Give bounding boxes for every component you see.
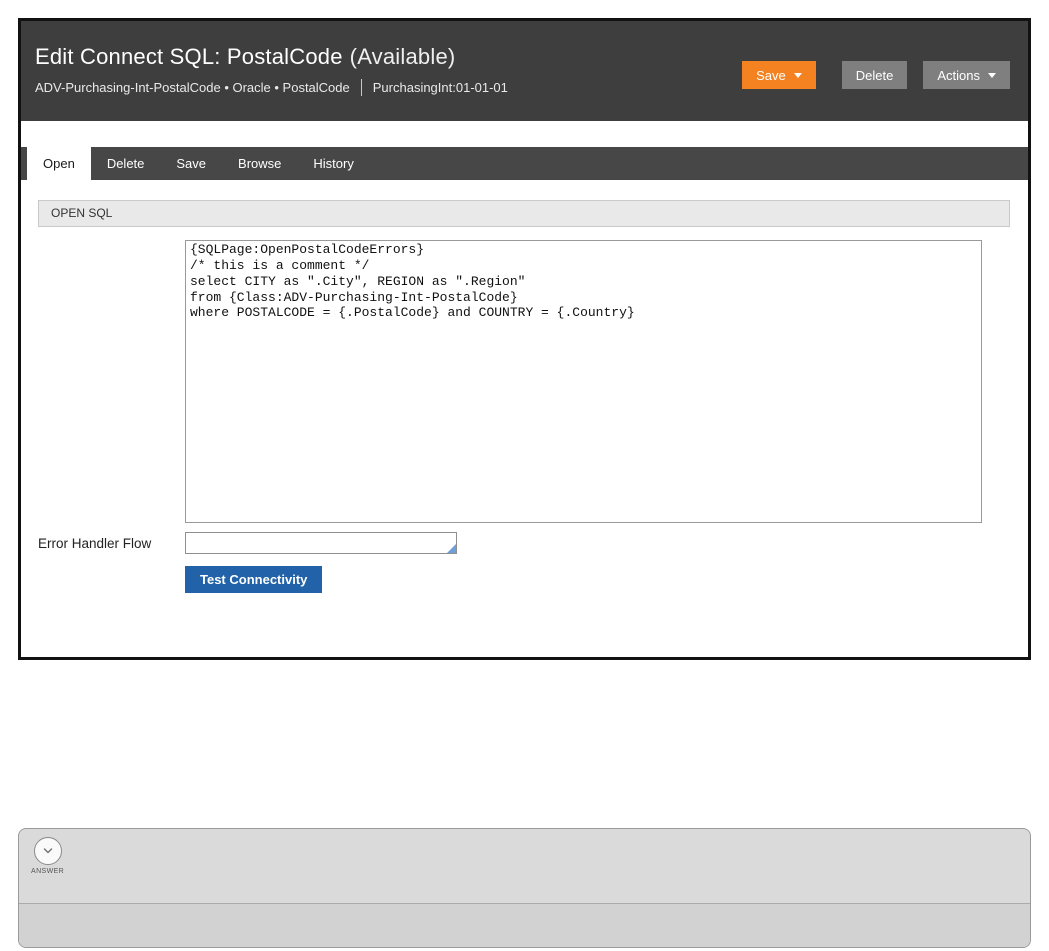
actions-button-label: Actions <box>937 67 980 83</box>
caret-down-icon <box>988 72 996 78</box>
tab-save[interactable]: Save <box>160 147 222 180</box>
test-connectivity-row: Test Connectivity <box>38 566 1010 593</box>
answer-label: ANSWER <box>31 868 65 875</box>
error-handler-input-wrap <box>185 532 457 554</box>
vertical-separator <box>360 79 362 96</box>
open-sql-form: {SQLPage:OpenPostalCodeErrors} /* this i… <box>38 240 1010 593</box>
sql-label-spacer <box>38 240 185 243</box>
error-handler-row: Error Handler Flow <box>38 532 1010 554</box>
answer-toggle[interactable]: ANSWER <box>31 837 64 875</box>
rule-editor-window: Edit Connect SQL: PostalCode (Available) … <box>18 18 1031 660</box>
page: Edit Connect SQL: PostalCode (Available) … <box>0 0 1049 951</box>
tab-bar: Open Delete Save Browse History <box>21 147 1028 180</box>
actions-button[interactable]: Actions <box>923 61 1010 89</box>
save-button[interactable]: Save <box>742 61 816 89</box>
caret-down-icon <box>793 72 802 78</box>
tab-open[interactable]: Open <box>27 147 91 180</box>
autocomplete-indicator-icon <box>447 544 456 553</box>
header-gap <box>21 121 1028 147</box>
open-sql-section-title: OPEN SQL <box>51 206 113 220</box>
test-connectivity-button[interactable]: Test Connectivity <box>185 566 323 593</box>
answer-top-section: ANSWER <box>19 829 1030 903</box>
sql-textarea[interactable]: {SQLPage:OpenPostalCodeErrors} /* this i… <box>185 240 982 523</box>
title-row: Edit Connect SQL: PostalCode (Available) <box>35 44 508 70</box>
header-buttons: Save Delete Actions <box>742 61 1010 121</box>
page-title: Edit Connect SQL: PostalCode <box>35 44 343 69</box>
delete-button-label: Delete <box>855 67 894 83</box>
sql-row: {SQLPage:OpenPostalCodeErrors} /* this i… <box>38 240 1010 523</box>
open-sql-section-header: OPEN SQL <box>38 200 1010 227</box>
error-handler-input[interactable] <box>185 532 457 554</box>
rule-status: (Available) <box>349 44 456 69</box>
save-button-label: Save <box>756 67 786 83</box>
rule-header: Edit Connect SQL: PostalCode (Available) … <box>21 21 1028 121</box>
tab-delete[interactable]: Delete <box>91 147 161 180</box>
tab-content: OPEN SQL {SQLPage:OpenPostalCodeErrors} … <box>21 180 1028 593</box>
ruleset-version: PurchasingInt:01-01-01 <box>372 80 508 95</box>
answer-panel: ANSWER <box>18 828 1031 948</box>
header-text: Edit Connect SQL: PostalCode (Available) … <box>35 21 508 121</box>
tab-history[interactable]: History <box>297 147 369 180</box>
error-handler-label: Error Handler Flow <box>38 535 152 551</box>
answer-bottom-strip <box>19 904 1030 947</box>
rule-key: ADV-Purchasing-Int-PostalCode • Oracle •… <box>35 80 350 95</box>
delete-button[interactable]: Delete <box>841 61 908 89</box>
subtitle-row: ADV-Purchasing-Int-PostalCode • Oracle •… <box>35 79 508 96</box>
tab-browse[interactable]: Browse <box>222 147 297 180</box>
test-label-spacer <box>38 566 185 569</box>
chevron-down-icon <box>33 837 62 865</box>
